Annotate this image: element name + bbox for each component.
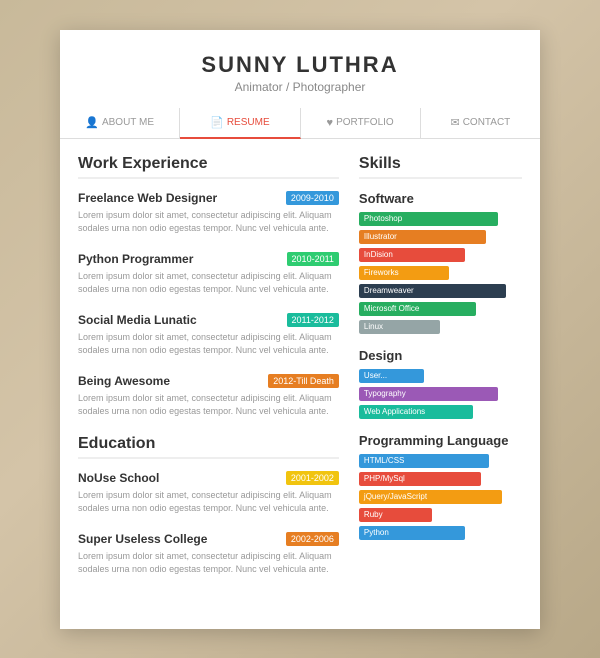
skill-linux: Linux [359,320,522,334]
edu-2-desc: Lorem ipsum dolor sit amet, consectetur … [78,550,339,577]
design-title: Design [359,348,522,363]
skill-illustrator: Illustrator [359,230,522,244]
right-column: Skills Software Photoshop Illustrator In… [359,155,522,593]
job-2-date: 2010-2011 [287,252,339,266]
job-2-desc: Lorem ipsum dolor sit amet, consectetur … [78,270,339,297]
nav-portfolio[interactable]: ♥ PORTFOLIO [301,108,421,138]
job-2-header: Python Programmer 2010-2011 [78,252,339,266]
software-title: Software [359,191,522,206]
job-4-desc: Lorem ipsum dolor sit amet, consectetur … [78,392,339,419]
edu-1-header: NoUse School 2001-2002 [78,471,339,485]
programming-title: Programming Language [359,433,522,448]
job-4-header: Being Awesome 2012-Till Death [78,374,339,388]
skill-jquery: jQuery/JavaScript [359,490,522,504]
edu-1-title: NoUse School [78,471,159,485]
edu-1: NoUse School 2001-2002 Lorem ipsum dolor… [78,471,339,516]
nav-contact[interactable]: ✉ CONTACT [421,108,540,138]
navigation: 👤 ABOUT ME 📄 RESUME ♥ PORTFOLIO ✉ CONTAC… [60,108,540,139]
skill-htmlcss: HTML/CSS [359,454,522,468]
resume-card: SUNNY LUTHRA Animator / Photographer 👤 A… [60,30,540,629]
edu-2-date: 2002-2006 [286,532,339,546]
header: SUNNY LUTHRA Animator / Photographer [60,30,540,108]
job-4: Being Awesome 2012-Till Death Lorem ipsu… [78,374,339,419]
software-skills: Software Photoshop Illustrator InDision … [359,191,522,334]
edu-1-date: 2001-2002 [286,471,339,485]
job-3-desc: Lorem ipsum dolor sit amet, consectetur … [78,331,339,358]
job-1-date: 2009-2010 [286,191,339,205]
skill-webapps: Web Applications [359,405,522,419]
education-title: Education [78,435,339,459]
edu-2: Super Useless College 2002-2006 Lorem ip… [78,532,339,577]
resume-icon: 📄 [210,116,224,129]
full-name: SUNNY LUTHRA [70,52,530,78]
job-1-title: Freelance Web Designer [78,191,217,205]
left-column: Work Experience Freelance Web Designer 2… [78,155,339,593]
skill-typography: Typography [359,387,522,401]
edu-1-desc: Lorem ipsum dolor sit amet, consectetur … [78,489,339,516]
job-3: Social Media Lunatic 2011-2012 Lorem ips… [78,313,339,358]
job-1-header: Freelance Web Designer 2009-2010 [78,191,339,205]
design-skills: Design User... Typography Web Applicatio… [359,348,522,419]
job-1-desc: Lorem ipsum dolor sit amet, consectetur … [78,209,339,236]
job-title: Animator / Photographer [70,80,530,94]
job-3-header: Social Media Lunatic 2011-2012 [78,313,339,327]
work-experience-title: Work Experience [78,155,339,179]
skill-ux: User... [359,369,522,383]
edu-2-header: Super Useless College 2002-2006 [78,532,339,546]
job-3-date: 2011-2012 [287,313,339,327]
edu-2-title: Super Useless College [78,532,207,546]
user-icon: 👤 [85,116,99,129]
nav-about[interactable]: 👤 ABOUT ME [60,108,180,138]
skill-phpmysql: PHP/MySql [359,472,522,486]
programming-skills: Programming Language HTML/CSS PHP/MySql … [359,433,522,540]
skill-fireworks: Fireworks [359,266,522,280]
job-2-title: Python Programmer [78,252,193,266]
skill-indesign: InDision [359,248,522,262]
skill-ruby: Ruby [359,508,522,522]
job-3-title: Social Media Lunatic [78,313,197,327]
skill-dreamweaver: Dreamweaver [359,284,522,298]
skill-photoshop: Photoshop [359,212,522,226]
heart-icon: ♥ [327,117,334,129]
skills-title: Skills [359,155,522,179]
skill-python: Python [359,526,522,540]
skill-msoffice: Microsoft Office [359,302,522,316]
job-4-date: 2012-Till Death [268,374,339,388]
nav-resume[interactable]: 📄 RESUME [180,108,300,139]
job-4-title: Being Awesome [78,374,170,388]
job-1: Freelance Web Designer 2009-2010 Lorem i… [78,191,339,236]
mail-icon: ✉ [450,116,459,129]
main-content: Work Experience Freelance Web Designer 2… [60,139,540,609]
job-2: Python Programmer 2010-2011 Lorem ipsum … [78,252,339,297]
